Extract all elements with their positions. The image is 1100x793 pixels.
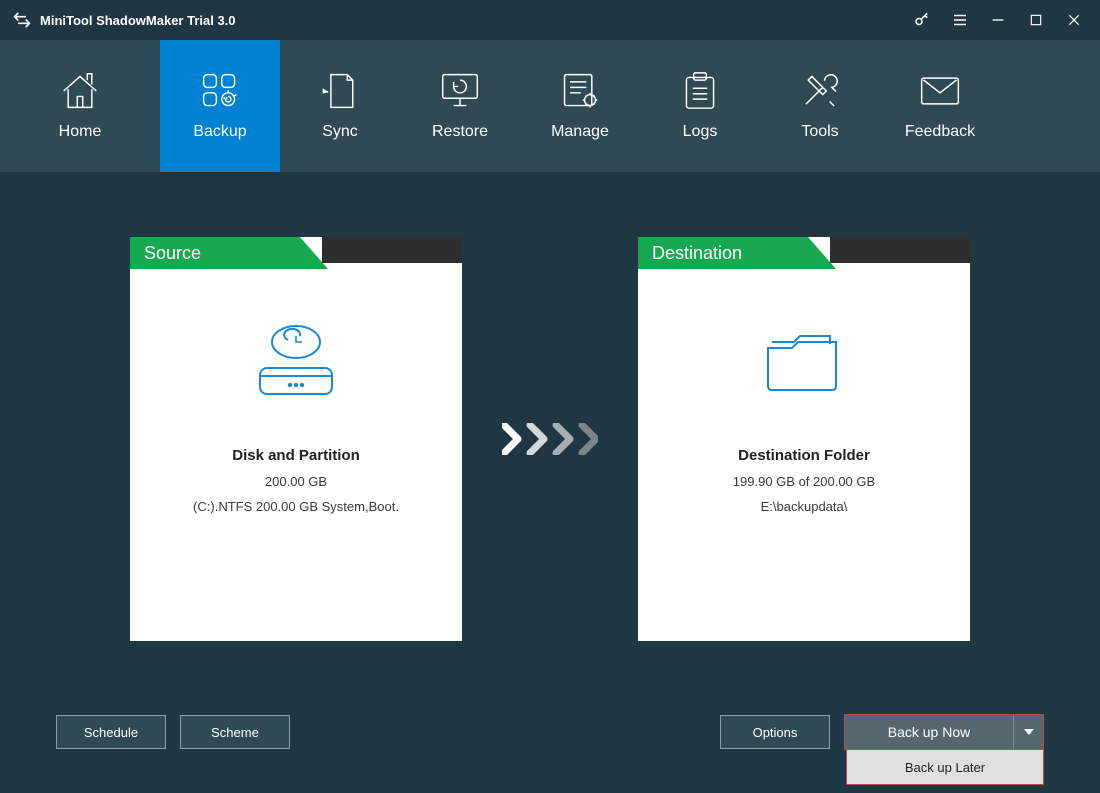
card-decor: [830, 237, 970, 263]
nav-label: Backup: [193, 123, 246, 141]
destination-detail: E:\backupdata\: [761, 499, 848, 514]
feedback-icon: [918, 71, 962, 111]
menu-icon[interactable]: [942, 4, 978, 36]
nav-label: Sync: [322, 123, 358, 141]
backup-icon: [198, 71, 242, 111]
minimize-button[interactable]: [980, 4, 1016, 36]
scheme-button[interactable]: Scheme: [180, 715, 290, 749]
nav-label: Feedback: [905, 123, 975, 141]
backup-later-item[interactable]: Back up Later: [847, 750, 1043, 784]
source-tab: Source: [130, 237, 300, 269]
nav-label: Home: [59, 123, 102, 141]
backup-dropdown-toggle[interactable]: [1013, 715, 1043, 749]
transfer-arrow-icon: [502, 237, 598, 641]
folder-icon: [762, 317, 846, 407]
backup-now-button[interactable]: Back up Now: [845, 715, 1013, 749]
nav-manage[interactable]: Manage: [520, 40, 640, 172]
card-decor: [322, 237, 462, 263]
home-icon: [58, 71, 102, 111]
maximize-button[interactable]: [1018, 4, 1054, 36]
activation-key-icon[interactable]: [904, 4, 940, 36]
destination-heading: Destination Folder: [738, 447, 870, 464]
nav-home[interactable]: Home: [0, 40, 160, 172]
destination-card[interactable]: Destination Destination Folder 199.90 GB…: [638, 237, 970, 641]
nav-feedback[interactable]: Feedback: [880, 40, 1000, 172]
backup-split-button: Back up Now Back up Later: [844, 714, 1044, 750]
schedule-button[interactable]: Schedule: [56, 715, 166, 749]
window-controls: [904, 4, 1092, 36]
source-size: 200.00 GB: [265, 474, 327, 489]
destination-tab-label: Destination: [652, 243, 742, 264]
source-card[interactable]: Source Disk and Partition 200.00 GB (C:)…: [130, 237, 462, 641]
destination-tab: Destination: [638, 237, 808, 269]
restore-icon: [437, 71, 483, 111]
source-heading: Disk and Partition: [232, 447, 360, 464]
nav-backup[interactable]: Backup: [160, 40, 280, 172]
arrows-cycle-icon: [12, 10, 32, 30]
nav-restore[interactable]: Restore: [400, 40, 520, 172]
manage-icon: [559, 71, 601, 111]
disk-icon: [250, 317, 342, 407]
titlebar: MiniTool ShadowMaker Trial 3.0: [0, 0, 1100, 40]
top-nav: Home Backup Sync Restore Manage: [0, 40, 1100, 172]
nav-label: Restore: [432, 123, 488, 141]
bottom-bar: Schedule Scheme Options Back up Now Back…: [0, 697, 1100, 767]
app-logo: MiniTool ShadowMaker Trial 3.0: [12, 10, 236, 30]
nav-logs[interactable]: Logs: [640, 40, 760, 172]
caret-down-icon: [1024, 729, 1034, 735]
sync-icon: [320, 71, 360, 111]
source-detail: (C:).NTFS 200.00 GB System,Boot.: [193, 499, 399, 514]
nav-label: Manage: [551, 123, 609, 141]
nav-label: Tools: [801, 123, 838, 141]
backup-dropdown: Back up Later: [846, 749, 1044, 785]
tools-icon: [799, 71, 841, 111]
nav-label: Logs: [683, 123, 718, 141]
source-tab-label: Source: [144, 243, 201, 264]
nav-sync[interactable]: Sync: [280, 40, 400, 172]
nav-tools[interactable]: Tools: [760, 40, 880, 172]
options-button[interactable]: Options: [720, 715, 830, 749]
destination-size: 199.90 GB of 200.00 GB: [733, 474, 875, 489]
backup-content: Source Disk and Partition 200.00 GB (C:)…: [0, 172, 1100, 697]
logs-icon: [681, 71, 719, 111]
app-title: MiniTool ShadowMaker Trial 3.0: [40, 13, 236, 28]
close-button[interactable]: [1056, 4, 1092, 36]
